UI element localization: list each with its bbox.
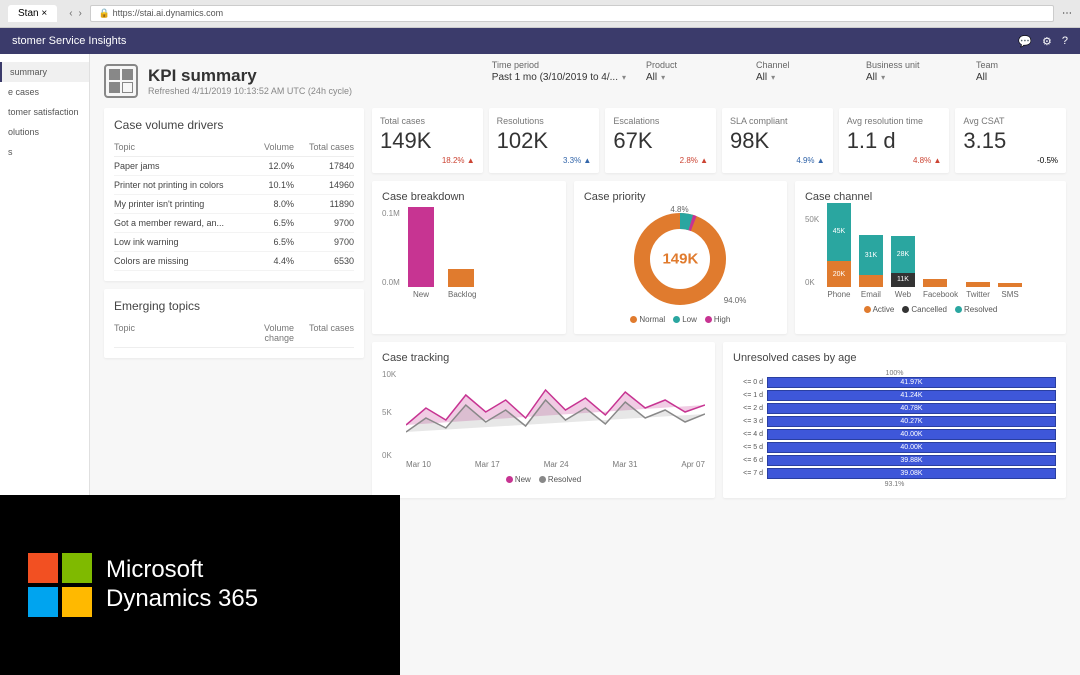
page-title: KPI summary <box>148 66 352 86</box>
browser-chrome: Stan × ‹ › 🔒 https://stai.ai.dynamics.co… <box>0 0 1080 28</box>
filter-product[interactable]: Product All▾ <box>646 60 736 83</box>
stack-bar <box>966 282 990 287</box>
table-header: TopicVolume changeTotal cases <box>114 319 354 348</box>
sidebar-item-other[interactable]: s <box>0 142 89 162</box>
browser-tab[interactable]: Stan × <box>8 5 57 22</box>
filter-team[interactable]: Team All <box>976 60 1066 83</box>
unresolved-cases-chart: Unresolved cases by age 100% <= 0 d41.97… <box>723 342 1066 498</box>
hbar-row: <= 7 d39.08K <box>733 468 1056 479</box>
table-row[interactable]: Got a member reward, an...6.5%9700 <box>114 214 354 233</box>
branding-text: Microsoft Dynamics 365 <box>106 556 258 614</box>
stack-bar: 11K28K <box>891 236 915 287</box>
hbar-row: <= 1 d41.24K <box>733 390 1056 401</box>
stack-bar <box>923 279 947 287</box>
sidebar-item-resolutions[interactable]: olutions <box>0 122 89 142</box>
microsoft-logo-icon <box>28 553 92 617</box>
table-row[interactable]: Printer not printing in colors10.1%14960 <box>114 176 354 195</box>
case-channel-chart: Case channel 50K 0K 20K45KPhone31KEmail1… <box>795 181 1066 334</box>
branding-overlay: Microsoft Dynamics 365 <box>0 495 400 675</box>
hbar-row: <= 5 d40.00K <box>733 442 1056 453</box>
donut-chart: 149K 4.8% 94.0% <box>630 209 730 309</box>
hbar-row: <= 6 d39.88K <box>733 455 1056 466</box>
gear-icon[interactable]: ⚙ <box>1042 35 1052 48</box>
bar-new <box>408 207 434 287</box>
table-row[interactable]: Colors are missing4.4%6530 <box>114 252 354 271</box>
hbar-row: <= 0 d41.97K <box>733 377 1056 388</box>
table-header: TopicVolumeTotal cases <box>114 138 354 157</box>
case-tracking-chart: Case tracking 10K 5K 0K Mar 10Mar 17Mar … <box>372 342 715 498</box>
browser-menu-icon[interactable]: ⋯ <box>1062 8 1072 19</box>
page-subtitle: Refreshed 4/11/2019 10:13:52 AM UTC (24h… <box>148 86 352 96</box>
legend: Active Cancelled Resolved <box>805 305 1056 314</box>
x-axis: Mar 10Mar 17Mar 24Mar 31Apr 07 <box>382 460 705 469</box>
url-bar[interactable]: 🔒 https://stai.ai.dynamics.com <box>90 5 1054 22</box>
chevron-down-icon: ▾ <box>661 73 665 82</box>
card-title: Emerging topics <box>114 299 354 313</box>
filter-time-period[interactable]: Time period Past 1 mo (3/10/2019 to 4/..… <box>492 60 626 83</box>
kpi-card: Avg CSAT3.15-0.5% <box>955 108 1066 173</box>
help-icon[interactable]: ? <box>1062 35 1068 48</box>
stack-bar: 31K <box>859 235 883 287</box>
case-breakdown-chart: Case breakdown 0.1M 0.0M New Backlog <box>372 181 566 334</box>
back-icon[interactable]: ‹ <box>69 8 72 19</box>
dashboard-icon <box>104 64 138 98</box>
app-title: stomer Service Insights <box>12 35 126 47</box>
sidebar-item-csat[interactable]: tomer satisfaction <box>0 102 89 122</box>
stack-bar <box>998 283 1022 287</box>
filter-channel[interactable]: Channel All▾ <box>756 60 846 83</box>
case-priority-chart: Case priority 149K 4.8% 94.0% <box>574 181 787 334</box>
table-row[interactable]: Paper jams12.0%17840 <box>114 157 354 176</box>
app-header: stomer Service Insights 💬 ⚙ ? <box>0 28 1080 54</box>
page-header: KPI summary Refreshed 4/11/2019 10:13:52… <box>90 54 366 108</box>
kpi-card: Avg resolution time1.1 d4.8% ▲ <box>839 108 950 173</box>
kpi-card: SLA compliant98K4.9% ▲ <box>722 108 833 173</box>
case-volume-drivers-card: Case volume drivers TopicVolumeTotal cas… <box>104 108 364 281</box>
line-svg <box>406 370 705 450</box>
bar-backlog <box>448 269 474 287</box>
hbar-row: <= 3 d40.27K <box>733 416 1056 427</box>
hbar-row: <= 4 d40.00K <box>733 429 1056 440</box>
close-icon[interactable]: × <box>41 8 47 19</box>
chat-icon[interactable]: 💬 <box>1018 35 1032 48</box>
chevron-down-icon: ▾ <box>622 73 626 82</box>
sidebar-item-summary[interactable]: summary <box>0 62 89 82</box>
emerging-topics-card: Emerging topics TopicVolume changeTotal … <box>104 289 364 358</box>
sidebar-item-cases[interactable]: e cases <box>0 82 89 102</box>
chevron-down-icon: ▾ <box>881 73 885 82</box>
card-title: Case volume drivers <box>114 118 354 132</box>
kpi-row: Total cases149K18.2% ▲Resolutions102K3.3… <box>372 108 1066 173</box>
hbar-row: <= 2 d40.78K <box>733 403 1056 414</box>
filter-business-unit[interactable]: Business unit All▾ <box>866 60 956 83</box>
kpi-card: Resolutions102K3.3% ▲ <box>489 108 600 173</box>
stack-bar: 20K45K <box>827 203 851 288</box>
table-row[interactable]: My printer isn't printing8.0%11890 <box>114 195 354 214</box>
kpi-card: Total cases149K18.2% ▲ <box>372 108 483 173</box>
filter-bar: Time period Past 1 mo (3/10/2019 to 4/..… <box>478 54 1080 89</box>
legend: Normal Low High <box>630 315 730 324</box>
legend: New Resolved <box>382 475 705 484</box>
kpi-card: Escalations67K2.8% ▲ <box>605 108 716 173</box>
chevron-down-icon: ▾ <box>771 73 775 82</box>
forward-icon[interactable]: › <box>79 8 82 19</box>
table-row[interactable]: Low ink warning6.5%9700 <box>114 233 354 252</box>
